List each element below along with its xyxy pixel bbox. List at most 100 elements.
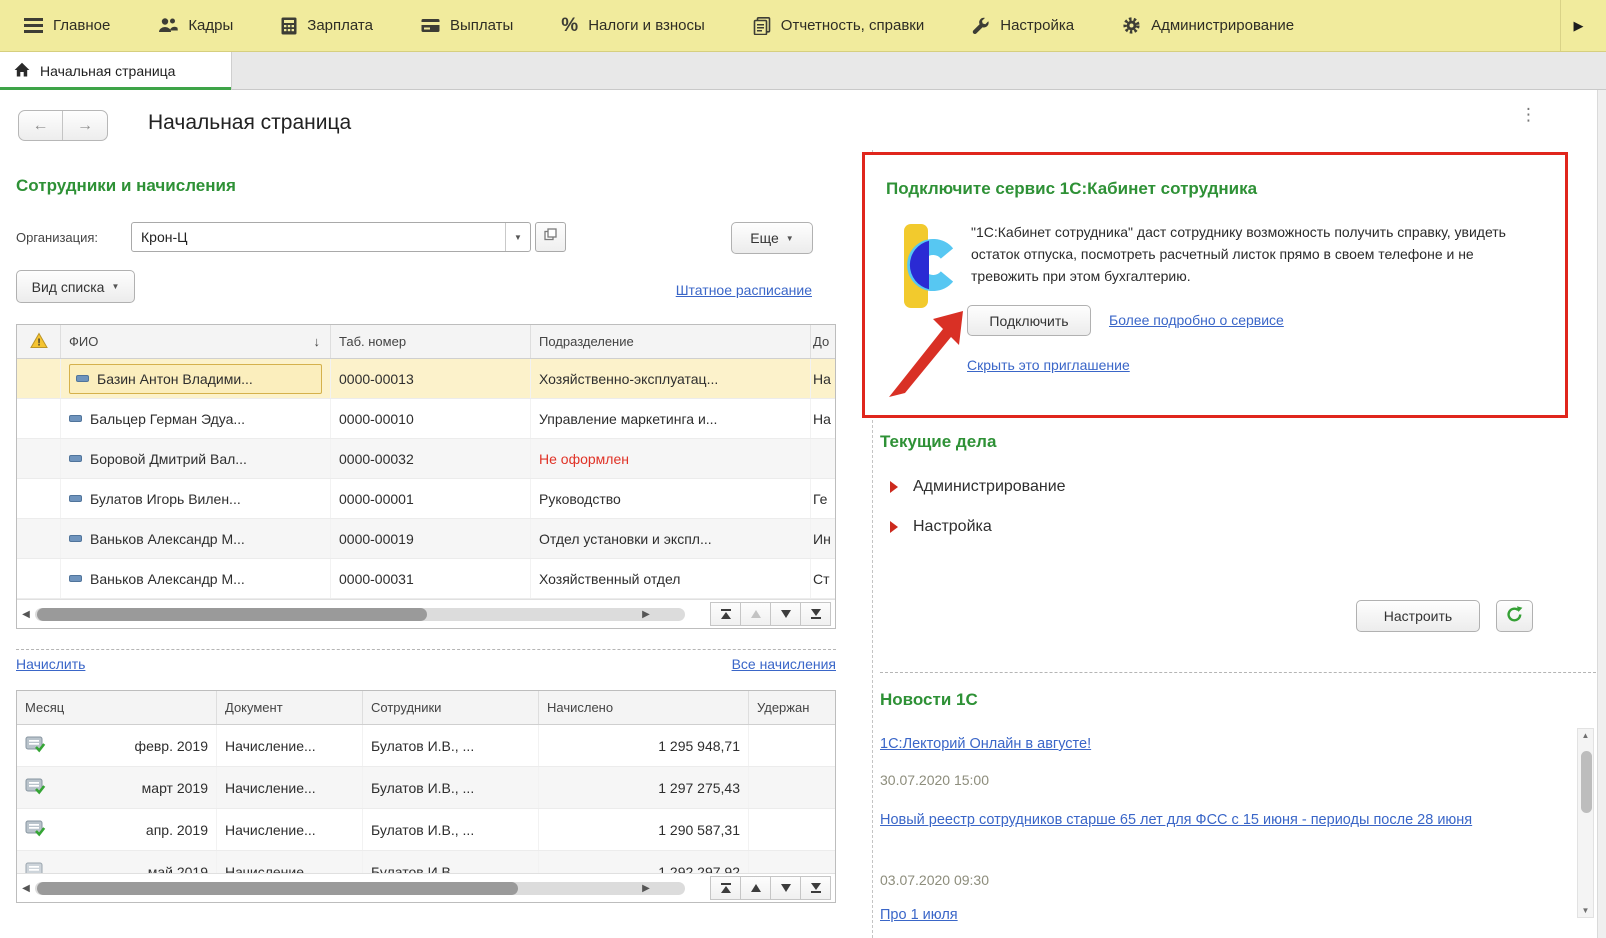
news-link[interactable]: Новый реестр сотрудников старше 65 лет д… bbox=[880, 812, 1472, 828]
table-row[interactable]: Ваньков Александр М... 0000-00031 Хозяйс… bbox=[17, 559, 835, 599]
scroll-down-icon[interactable]: ▼ bbox=[1582, 906, 1590, 915]
scroll-right-icon[interactable]: ▶ bbox=[637, 883, 655, 894]
warning-column-header: ! bbox=[17, 325, 61, 358]
menu-item-settings[interactable]: Настройка bbox=[948, 0, 1098, 51]
column-header-num: Таб. номер bbox=[331, 325, 531, 358]
expand-triangle-icon[interactable] bbox=[890, 481, 898, 493]
go-down-button[interactable] bbox=[770, 602, 801, 626]
news-link[interactable]: Про 1 июля bbox=[880, 907, 958, 923]
scroll-left-icon[interactable]: ◀ bbox=[17, 883, 35, 894]
menu-item-label: Налоги и взносы bbox=[588, 17, 705, 34]
menu-item-taxes[interactable]: % Налоги и взносы bbox=[537, 0, 729, 51]
annotation-arrow-icon bbox=[887, 307, 969, 404]
table-row[interactable]: Бальцер Герман Эдуа... 0000-00010 Управл… bbox=[17, 399, 835, 439]
todo-item-administration[interactable]: Администрирование bbox=[890, 478, 1066, 496]
table-row[interactable]: февр. 2019 Начисление... Булатов И.В., .… bbox=[17, 725, 835, 767]
forward-arrow-icon: → bbox=[77, 116, 93, 134]
focused-cell: Базин Антон Владими... bbox=[69, 363, 322, 394]
expand-triangle-icon[interactable] bbox=[890, 521, 898, 533]
scroll-left-icon[interactable]: ◀ bbox=[17, 609, 35, 620]
employees-table: ! ФИО ↓ Таб. номер Подразделение До Базин… bbox=[16, 324, 836, 629]
back-arrow-icon: ← bbox=[32, 116, 49, 134]
open-list-icon bbox=[544, 228, 557, 246]
menu-item-staff[interactable]: Кадры bbox=[134, 0, 257, 51]
go-down-button[interactable] bbox=[770, 876, 801, 900]
chevron-down-icon: ▼ bbox=[111, 282, 120, 291]
go-first-button[interactable] bbox=[710, 602, 741, 626]
tab-home-page[interactable]: Начальная страница bbox=[0, 52, 232, 90]
table-row[interactable]: Булатов Игорь Вилен... 0000-00001 Руково… bbox=[17, 479, 835, 519]
organization-input[interactable]: Крон-Ц ▼ bbox=[131, 222, 531, 252]
report-icon bbox=[753, 16, 771, 35]
column-header-month: Месяц bbox=[17, 691, 217, 724]
employees-table-header[interactable]: ! ФИО ↓ Таб. номер Подразделение До bbox=[17, 325, 835, 359]
more-button[interactable]: Еще ▼ bbox=[731, 222, 813, 254]
employees-section-heading: Сотрудники и начисления bbox=[16, 176, 236, 195]
table-row[interactable]: март 2019 Начисление... Булатов И.В., ..… bbox=[17, 767, 835, 809]
all-accruals-link[interactable]: Все начисления bbox=[732, 656, 836, 672]
overflow-arrow-icon: ▶ bbox=[1573, 17, 1584, 33]
go-up-button[interactable] bbox=[740, 602, 771, 626]
employees-scroll-row: ◀ ▶ bbox=[17, 599, 835, 628]
table-row-partial[interactable]: май 2019 Начисление... Булатов И.В... 1 … bbox=[17, 851, 835, 873]
home-icon bbox=[14, 62, 30, 80]
refresh-button[interactable] bbox=[1496, 600, 1533, 632]
employee-state-icon bbox=[69, 415, 82, 422]
configure-button[interactable]: Настроить bbox=[1356, 600, 1480, 632]
refresh-icon bbox=[1506, 606, 1523, 626]
accrue-link[interactable]: Начислить bbox=[16, 656, 85, 672]
go-last-button[interactable] bbox=[800, 602, 831, 626]
main-menu-bar: Главное Кадры Зарплата Выплаты % Налоги … bbox=[0, 0, 1606, 52]
menu-overflow-button[interactable]: ▶ bbox=[1560, 0, 1596, 51]
table-row[interactable]: апр. 2019 Начисление... Булатов И.В., ..… bbox=[17, 809, 835, 851]
scrollbar-thumb[interactable] bbox=[1581, 751, 1592, 813]
staffing-schedule-link[interactable]: Штатное расписание bbox=[676, 282, 812, 298]
menu-item-label: Кадры bbox=[188, 17, 234, 34]
more-button-label: Еще bbox=[750, 230, 779, 246]
menu-item-payments[interactable]: Выплаты bbox=[397, 0, 537, 51]
accruals-table-header[interactable]: Месяц Документ Сотрудники Начислено Удер… bbox=[17, 691, 835, 725]
horizontal-scrollbar[interactable] bbox=[35, 607, 685, 621]
menu-item-home[interactable]: Главное bbox=[0, 0, 134, 51]
organization-pick-button[interactable] bbox=[535, 222, 566, 252]
go-up-button[interactable] bbox=[740, 876, 771, 900]
hide-invitation-link[interactable]: Скрыть это приглашение bbox=[967, 357, 1130, 373]
connect-button[interactable]: Подключить bbox=[967, 305, 1091, 336]
more-actions-button[interactable]: ⋮ bbox=[1520, 106, 1537, 123]
go-last-button[interactable] bbox=[800, 876, 831, 900]
chevron-down-icon: ▼ bbox=[785, 233, 794, 243]
horizontal-scrollbar[interactable] bbox=[35, 881, 685, 895]
1c-cabinet-logo bbox=[891, 221, 954, 316]
menu-item-label: Зарплата bbox=[307, 17, 373, 34]
table-row[interactable]: Ваньков Александр М... 0000-00019 Отдел … bbox=[17, 519, 835, 559]
dropdown-button[interactable]: ▼ bbox=[505, 223, 530, 251]
table-row[interactable]: Боровой Дмитрий Вал... 0000-00032 Не офо… bbox=[17, 439, 835, 479]
employee-state-icon bbox=[69, 495, 82, 502]
scroll-up-icon[interactable]: ▲ bbox=[1582, 731, 1590, 740]
news-link[interactable]: 1С:Лекторий Онлайн в августе! bbox=[880, 736, 1091, 752]
menu-item-reports[interactable]: Отчетность, справки bbox=[729, 0, 948, 51]
promo-text: "1С:Кабинет сотрудника" даст сотруднику … bbox=[971, 224, 1506, 284]
list-view-button[interactable]: Вид списка ▼ bbox=[16, 270, 135, 303]
todo-item-settings[interactable]: Настройка bbox=[890, 518, 992, 536]
wrench-icon bbox=[972, 17, 990, 35]
back-button[interactable]: ← bbox=[19, 111, 63, 140]
gear-icon bbox=[1122, 16, 1141, 35]
service-details-link[interactable]: Более подробно о сервисе bbox=[1109, 312, 1284, 328]
column-header-doc: Документ bbox=[217, 691, 363, 724]
forward-button[interactable]: → bbox=[63, 111, 107, 140]
table-row-selected[interactable]: Базин Антон Владими... 0000-00013 Хозяйс… bbox=[17, 359, 835, 399]
hamburger-menu-icon bbox=[24, 18, 43, 33]
warning-icon: ! bbox=[29, 331, 48, 352]
document-icon bbox=[25, 861, 46, 873]
news-vertical-scrollbar[interactable]: ▲ ▼ bbox=[1577, 728, 1594, 918]
not-registered-status: Не оформлен bbox=[531, 439, 811, 478]
go-first-button[interactable] bbox=[710, 876, 741, 900]
scroll-right-icon[interactable]: ▶ bbox=[637, 609, 655, 620]
window-edge-strip bbox=[1597, 52, 1606, 938]
menu-item-administration[interactable]: Администрирование bbox=[1098, 0, 1318, 51]
employee-state-icon bbox=[76, 375, 89, 382]
organization-label: Организация: bbox=[16, 230, 99, 245]
list-view-label: Вид списка bbox=[31, 278, 105, 295]
menu-item-salary[interactable]: Зарплата bbox=[257, 0, 397, 51]
